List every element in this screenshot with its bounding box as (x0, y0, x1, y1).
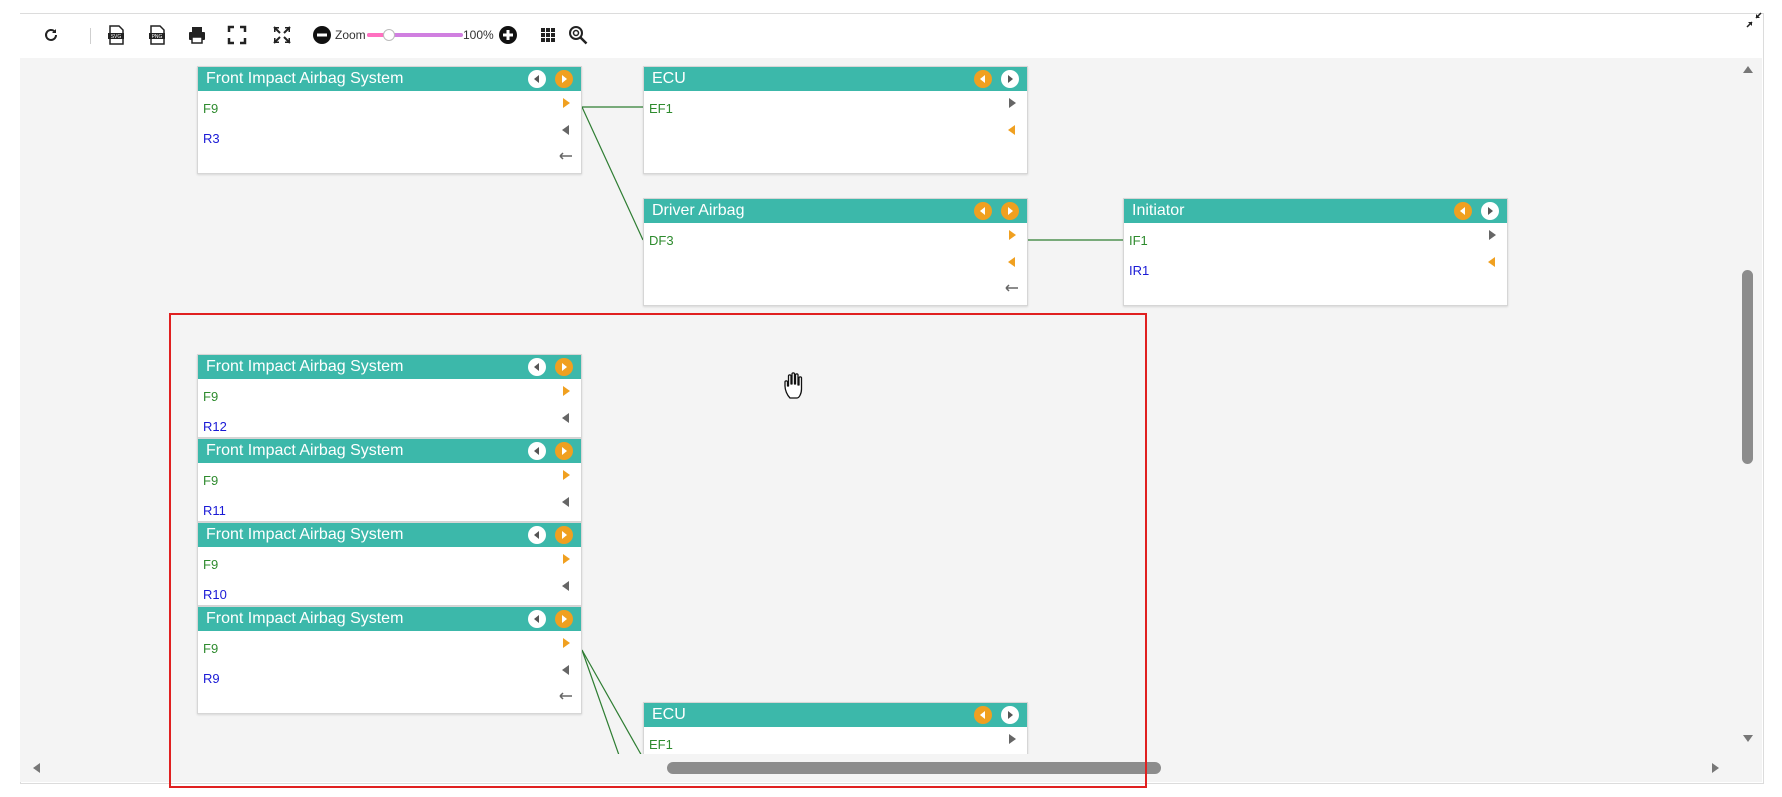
port-arrow-left-icon[interactable] (1003, 121, 1021, 139)
refresh-button[interactable] (40, 24, 62, 46)
node-initiator[interactable]: Initiator IF1 IR1 (1123, 198, 1508, 306)
collapse-left-button[interactable] (528, 70, 546, 88)
arrow-right-icon (1488, 207, 1493, 215)
search-settings-button[interactable] (566, 24, 590, 46)
arrow-left-icon (534, 75, 539, 83)
arrow-left-icon (980, 75, 985, 83)
fit-to-screen-icon (273, 26, 291, 44)
port-arrow-left-icon[interactable] (557, 121, 575, 139)
toolbar-separator (90, 28, 91, 44)
fullscreen-button[interactable] (225, 24, 249, 46)
node-title: ECU (652, 70, 686, 87)
arrow-left-icon (980, 207, 985, 215)
collapse-left-button[interactable] (1454, 202, 1472, 220)
zoom-value: 100% (463, 28, 494, 42)
expand-right-button[interactable] (555, 70, 573, 88)
collapse-button[interactable] (1746, 12, 1762, 28)
search-settings-icon (569, 26, 588, 45)
port-arrow-left-icon[interactable] (1483, 253, 1501, 271)
node-header[interactable]: Initiator (1124, 199, 1507, 223)
arrow-right-icon (1008, 207, 1013, 215)
refresh-icon (45, 28, 57, 41)
collapse-left-button[interactable] (974, 70, 992, 88)
arrow-right-icon (562, 75, 567, 83)
fullscreen-icon (227, 25, 247, 45)
export-svg-button[interactable]: SVG (104, 24, 128, 46)
scroll-right-icon[interactable] (1711, 762, 1721, 774)
arrow-right-icon (1008, 75, 1013, 83)
expand-right-button[interactable] (1481, 202, 1499, 220)
node-title: Driver Airbag (652, 202, 745, 219)
link-line (581, 106, 644, 241)
scroll-up-icon[interactable] (1742, 64, 1754, 74)
port-in-label: DF3 (649, 233, 674, 248)
back-arrow-icon[interactable] (557, 147, 575, 165)
node-header[interactable]: ECU (644, 67, 1027, 91)
port-arrow-right-icon[interactable] (1003, 226, 1021, 244)
grid-button[interactable] (536, 24, 560, 46)
port-arrow-right-icon[interactable] (1483, 226, 1501, 244)
scroll-left-icon[interactable] (31, 762, 41, 774)
node-ecu[interactable]: ECU EF1 (643, 66, 1028, 174)
back-arrow-icon[interactable] (1003, 279, 1021, 297)
collapse-left-button[interactable] (974, 202, 992, 220)
fit-to-screen-button[interactable] (270, 24, 294, 46)
node-driver-airbag[interactable]: Driver Airbag DF3 (643, 198, 1028, 306)
zoom-out-icon (313, 26, 331, 44)
svg-text:PNG: PNG (152, 34, 163, 40)
hand-cursor-icon (782, 371, 810, 401)
vertical-scrollbar[interactable] (1734, 58, 1762, 754)
print-button[interactable] (185, 24, 209, 46)
port-out-label: R3 (203, 131, 220, 146)
node-header[interactable]: Driver Airbag (644, 199, 1027, 223)
port-arrow-left-icon[interactable] (1003, 253, 1021, 271)
zoom-out-button[interactable] (310, 24, 334, 46)
port-in-label: F9 (203, 101, 219, 116)
zoom-slider-handle[interactable] (383, 29, 395, 41)
grid-icon (541, 28, 555, 42)
export-png-icon: PNG (149, 25, 165, 45)
toolbar: SVG PNG Zoom (20, 14, 1762, 59)
export-svg-icon: SVG (108, 25, 124, 45)
export-png-button[interactable]: PNG (145, 24, 169, 46)
expand-right-button[interactable] (1001, 202, 1019, 220)
selection-rectangle (169, 313, 1147, 788)
port-arrow-right-icon[interactable] (557, 94, 575, 112)
zoom-label: Zoom (335, 28, 366, 42)
scroll-down-icon[interactable] (1742, 734, 1754, 744)
port-out-label: IR1 (1129, 263, 1150, 278)
arrow-left-icon (1460, 207, 1465, 215)
svg-text:SVG: SVG (111, 34, 122, 40)
collapse-icon (1746, 12, 1762, 28)
print-icon (189, 27, 205, 44)
port-in-label: IF1 (1129, 233, 1148, 248)
expand-right-button[interactable] (1001, 70, 1019, 88)
node-header[interactable]: Front Impact Airbag System (198, 67, 581, 91)
port-arrow-right-icon[interactable] (1003, 94, 1021, 112)
vertical-scroll-thumb[interactable] (1742, 270, 1753, 464)
port-in-label: EF1 (649, 101, 673, 116)
zoom-in-button[interactable] (496, 24, 520, 46)
zoom-in-icon (499, 26, 517, 44)
node-title: Front Impact Airbag System (206, 70, 404, 87)
node-front-impact-airbag-system[interactable]: Front Impact Airbag System F9 R3 (197, 66, 582, 174)
node-title: Initiator (1132, 202, 1185, 219)
